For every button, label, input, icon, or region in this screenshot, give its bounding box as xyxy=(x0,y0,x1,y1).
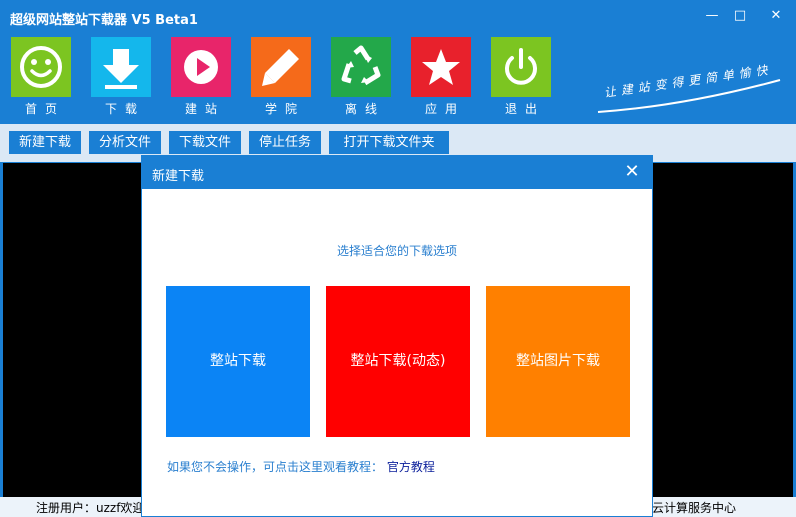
nav-build-site-label: 建站 xyxy=(184,102,225,116)
nav-build-site[interactable]: 建站 xyxy=(171,37,231,121)
nav-exit[interactable]: 退出 xyxy=(491,37,551,121)
nav-offline[interactable]: 离线 xyxy=(331,37,391,121)
nav-home[interactable]: 首页 xyxy=(11,37,71,121)
status-service: 云计算服务中心 xyxy=(652,501,737,515)
title-bar: 超级网站整站下载器 V5 Beta1 — □ ✕ xyxy=(0,0,796,34)
dialog-close-icon[interactable]: ✕ xyxy=(620,160,644,184)
dynamic-site-download-option[interactable]: 整站下载(动态) xyxy=(326,286,470,437)
nav-home-label: 首页 xyxy=(24,102,65,116)
analyze-file-button[interactable]: 分析文件 xyxy=(89,131,161,154)
nav-academy-label: 学院 xyxy=(264,102,305,116)
new-download-dialog: 新建下载 ✕ 选择适合您的下载选项 整站下载 整站下载(动态) 整站图片下载 如… xyxy=(141,155,653,517)
nav-download-label: 下载 xyxy=(104,102,145,116)
app-window: 超级网站整站下载器 V5 Beta1 — □ ✕ 首页 下载 建站 学院 离线 … xyxy=(0,0,796,517)
dialog-hint-text: 如果您不会操作，可点击这里观看教程： xyxy=(167,460,384,474)
dialog-header: 新建下载 ✕ xyxy=(142,156,652,189)
minimize-button[interactable]: — xyxy=(698,6,726,26)
open-download-folder-button[interactable]: 打开下载文件夹 xyxy=(329,131,449,154)
close-button[interactable]: ✕ xyxy=(762,6,790,26)
nav-academy[interactable]: 学院 xyxy=(251,37,311,121)
maximize-button[interactable]: □ xyxy=(726,6,754,26)
download-file-button[interactable]: 下载文件 xyxy=(169,131,241,154)
stop-task-button[interactable]: 停止任务 xyxy=(249,131,321,154)
status-user: 注册用户：uzzf欢迎 xyxy=(36,501,145,515)
nav-download[interactable]: 下载 xyxy=(91,37,151,121)
official-tutorial-link[interactable]: 官方教程 xyxy=(387,460,435,474)
nav-exit-label: 退出 xyxy=(504,102,545,116)
play-icon xyxy=(171,37,231,97)
site-image-download-option[interactable]: 整站图片下载 xyxy=(486,286,630,437)
nav-apps[interactable]: 应用 xyxy=(411,37,471,121)
recycle-icon xyxy=(331,37,391,97)
nav-offline-label: 离线 xyxy=(344,102,385,116)
smiley-icon xyxy=(11,37,71,97)
dialog-title: 新建下载 xyxy=(152,169,205,184)
nav-apps-label: 应用 xyxy=(424,102,465,116)
power-icon xyxy=(491,37,551,97)
pencil-icon xyxy=(251,37,311,97)
dialog-hint: 如果您不会操作，可点击这里观看教程： 官方教程 xyxy=(167,458,435,475)
window-title: 超级网站整站下载器 V5 Beta1 xyxy=(10,13,198,28)
dialog-prompt: 选择适合您的下载选项 xyxy=(336,244,457,258)
star-icon xyxy=(411,37,471,97)
download-arrow-icon xyxy=(91,37,151,97)
site-download-option[interactable]: 整站下载 xyxy=(166,286,310,437)
new-download-button[interactable]: 新建下载 xyxy=(9,131,81,154)
